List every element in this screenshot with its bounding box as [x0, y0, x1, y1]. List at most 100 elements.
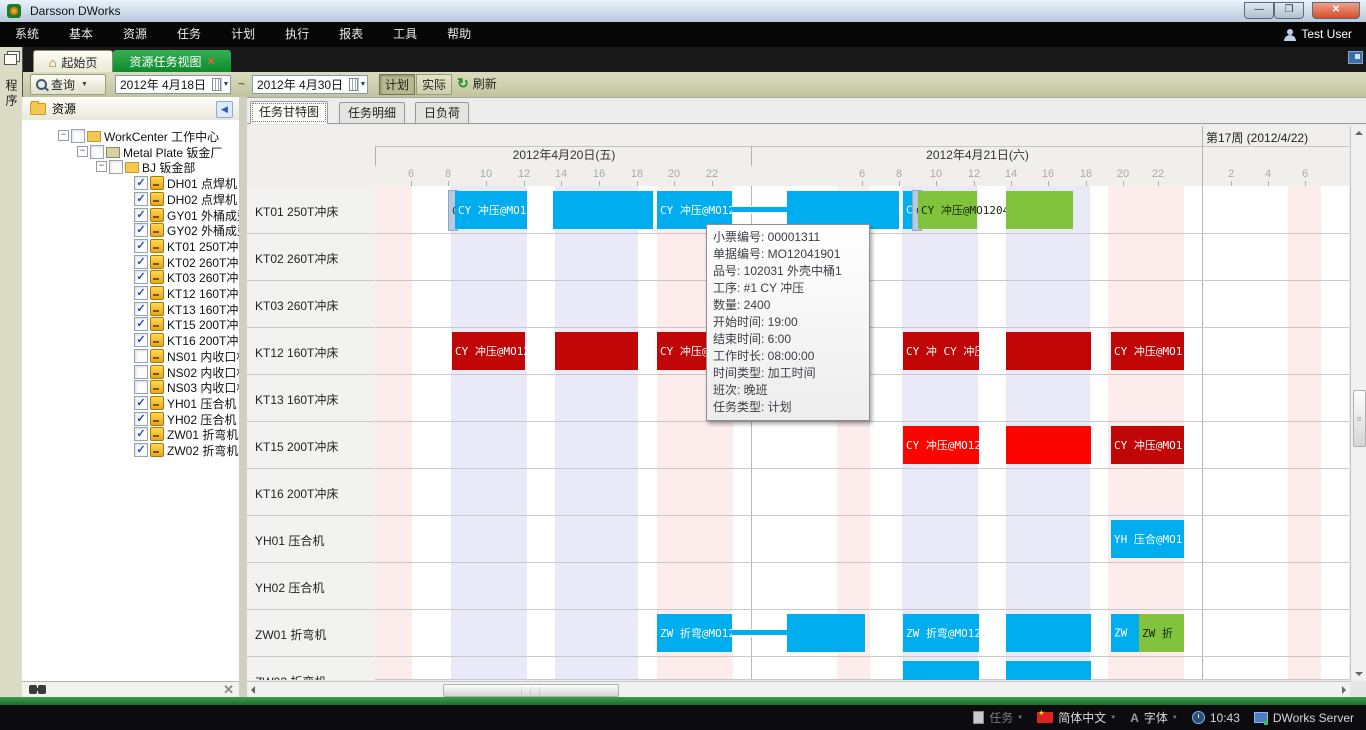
tree-checkbox[interactable]: ✓	[134, 302, 148, 316]
machine-icon[interactable]	[150, 176, 164, 190]
tree-item[interactable]: ✓ZW02 折弯机	[22, 441, 239, 457]
status-item-flag[interactable]: 简体中文▼	[1037, 709, 1116, 726]
gantt-task-bar[interactable]: CY 冲压@MO12041904	[452, 332, 525, 370]
tree-checkbox[interactable]	[134, 365, 148, 379]
gantt-task-bar[interactable]	[1006, 332, 1091, 370]
tree-checkbox[interactable]: ✓	[134, 192, 148, 206]
tree-item[interactable]: NS01 内收口机	[22, 347, 239, 363]
status-item-clock[interactable]: 10:43	[1192, 711, 1240, 725]
gantt-task-bar[interactable]: C	[903, 191, 912, 229]
menu-item[interactable]: 帮助	[432, 22, 486, 47]
horizontal-scrollbar[interactable]: ⋮⋮⋮	[247, 681, 1350, 698]
menu-item[interactable]: 系统	[0, 22, 54, 47]
menu-item[interactable]: 基本	[54, 22, 108, 47]
gantt-task-bar[interactable]	[1006, 191, 1073, 229]
refresh-button[interactable]: ↻ 刷新	[457, 74, 497, 93]
gantt-task-bar[interactable]	[903, 661, 979, 680]
horizontal-scroll-thumb[interactable]: ⋮⋮⋮	[443, 684, 619, 697]
panels-icon[interactable]	[4, 54, 17, 65]
gantt-task-bar[interactable]: YH 压合@MO1	[1111, 520, 1184, 558]
tab-close-icon[interactable]: ×	[208, 54, 215, 68]
tree-checkbox[interactable]: ✓	[134, 443, 148, 457]
vertical-scrollbar[interactable]: ≡	[1350, 126, 1366, 681]
tree-item[interactable]: −WorkCenter 工作中心	[22, 127, 239, 143]
scroll-down-icon[interactable]	[1355, 672, 1363, 676]
tree-item[interactable]: ✓DH01 点焊机	[22, 174, 239, 190]
tree-item[interactable]: ✓KT02 260T冲床	[22, 253, 239, 269]
tree-checkbox[interactable]	[109, 160, 123, 174]
menu-item[interactable]: 计划	[216, 22, 270, 47]
machine-icon[interactable]	[150, 192, 164, 206]
machine-icon[interactable]	[150, 286, 164, 300]
actual-toggle-button[interactable]: 实际	[416, 74, 452, 95]
vertical-scroll-thumb[interactable]: ≡	[1353, 390, 1366, 447]
gantt-tab-0[interactable]: 任务甘特图	[250, 101, 328, 124]
tree-item[interactable]: −Metal Plate 钣金厂	[22, 143, 239, 159]
gantt-task-bar[interactable]	[1006, 661, 1091, 680]
gantt-task-bar[interactable]: ZW 折弯@MO12041901	[903, 614, 979, 652]
tree-item[interactable]: ✓KT15 200T冲床	[22, 315, 239, 331]
machine-icon[interactable]	[150, 396, 164, 410]
collapse-panel-button[interactable]: ◀	[216, 101, 233, 118]
tree-checkbox[interactable]: ✓	[134, 239, 148, 253]
gantt-task-bar[interactable]: CY 冲压@MO1	[1111, 426, 1184, 464]
scroll-left-icon[interactable]	[251, 686, 255, 694]
machine-icon[interactable]	[150, 270, 164, 284]
machine-icon[interactable]	[150, 239, 164, 253]
machine-icon[interactable]	[150, 365, 164, 379]
date-to-field[interactable]: 2012年 4月30日 ▼	[252, 75, 368, 94]
tree-expander[interactable]: −	[96, 161, 107, 172]
machine-icon[interactable]	[150, 208, 164, 222]
menu-item[interactable]: 资源	[108, 22, 162, 47]
machine-icon[interactable]	[150, 349, 164, 363]
find-icon[interactable]	[29, 685, 37, 694]
tree-checkbox[interactable]: ✓	[134, 333, 148, 347]
tree-checkbox[interactable]	[134, 380, 148, 394]
tree-item[interactable]: NS02 内收口机	[22, 363, 239, 379]
workcenter-icon[interactable]	[87, 131, 101, 142]
machine-icon[interactable]	[150, 302, 164, 316]
layout-icon[interactable]	[1348, 51, 1363, 64]
tree-checkbox[interactable]	[71, 129, 85, 143]
gantt-task-bar[interactable]: CY 冲压@MO12041901	[455, 191, 527, 229]
gantt-task-bar[interactable]: CY 冲压@MO12041902	[918, 191, 977, 229]
factory-icon[interactable]	[106, 147, 120, 158]
user-box[interactable]: Test User	[1284, 22, 1352, 47]
status-item-server[interactable]: DWorks Server	[1254, 711, 1354, 725]
tree-item[interactable]: ✓KT01 250T冲床	[22, 237, 239, 253]
close-button[interactable]: ✕	[1312, 2, 1360, 19]
date-from-field[interactable]: 2012年 4月18日 ▼	[115, 75, 231, 94]
tree-checkbox[interactable]: ✓	[134, 255, 148, 269]
tab-home[interactable]: ⌂ 起始页	[33, 50, 113, 73]
machine-icon[interactable]	[150, 223, 164, 237]
status-item-font[interactable]: A字体▼	[1130, 709, 1178, 726]
machine-icon[interactable]	[150, 333, 164, 347]
tree-item[interactable]: ✓KT12 160T冲床	[22, 284, 239, 300]
tree-checkbox[interactable]: ✓	[134, 208, 148, 222]
gantt-tab-1[interactable]: 任务明细	[339, 102, 405, 123]
gantt-bar-connector[interactable]	[732, 207, 787, 212]
tree-checkbox[interactable]: ✓	[134, 176, 148, 190]
gantt-task-bar[interactable]	[1006, 426, 1091, 464]
machine-icon[interactable]	[150, 317, 164, 331]
tree-expander[interactable]: −	[77, 146, 88, 157]
plan-toggle-button[interactable]: 计划	[379, 74, 415, 95]
tree-checkbox[interactable]: ✓	[134, 317, 148, 331]
gantt-task-bar[interactable]: ZW 折弯@MO12041901	[657, 614, 732, 652]
gantt-bar-connector[interactable]	[732, 630, 787, 635]
tree-item[interactable]: ✓DH02 点焊机	[22, 190, 239, 206]
gantt-task-bar[interactable]	[555, 332, 638, 370]
status-item-clipboard[interactable]: 任务▼	[973, 709, 1023, 726]
tree-item[interactable]: ✓KT16 200T冲床	[22, 331, 239, 347]
gantt-task-bar[interactable]	[787, 614, 865, 652]
panel-close-icon[interactable]: ✕	[223, 682, 234, 698]
minimize-button[interactable]: —	[1244, 2, 1274, 19]
gantt-task-bar[interactable]: CY 冲 CY 冲压@MO12041904	[903, 332, 979, 370]
tree-checkbox[interactable]: ✓	[134, 270, 148, 284]
gantt-task-bar[interactable]: ZW	[1111, 614, 1139, 652]
date-to-caret-icon[interactable]: ▼	[358, 77, 367, 92]
tree-item[interactable]: ✓YH02 压合机	[22, 410, 239, 426]
gantt-task-bar[interactable]: CY 冲压@MO12041903	[903, 426, 979, 464]
tree-checkbox[interactable]: ✓	[134, 396, 148, 410]
tree-checkbox[interactable]: ✓	[134, 427, 148, 441]
